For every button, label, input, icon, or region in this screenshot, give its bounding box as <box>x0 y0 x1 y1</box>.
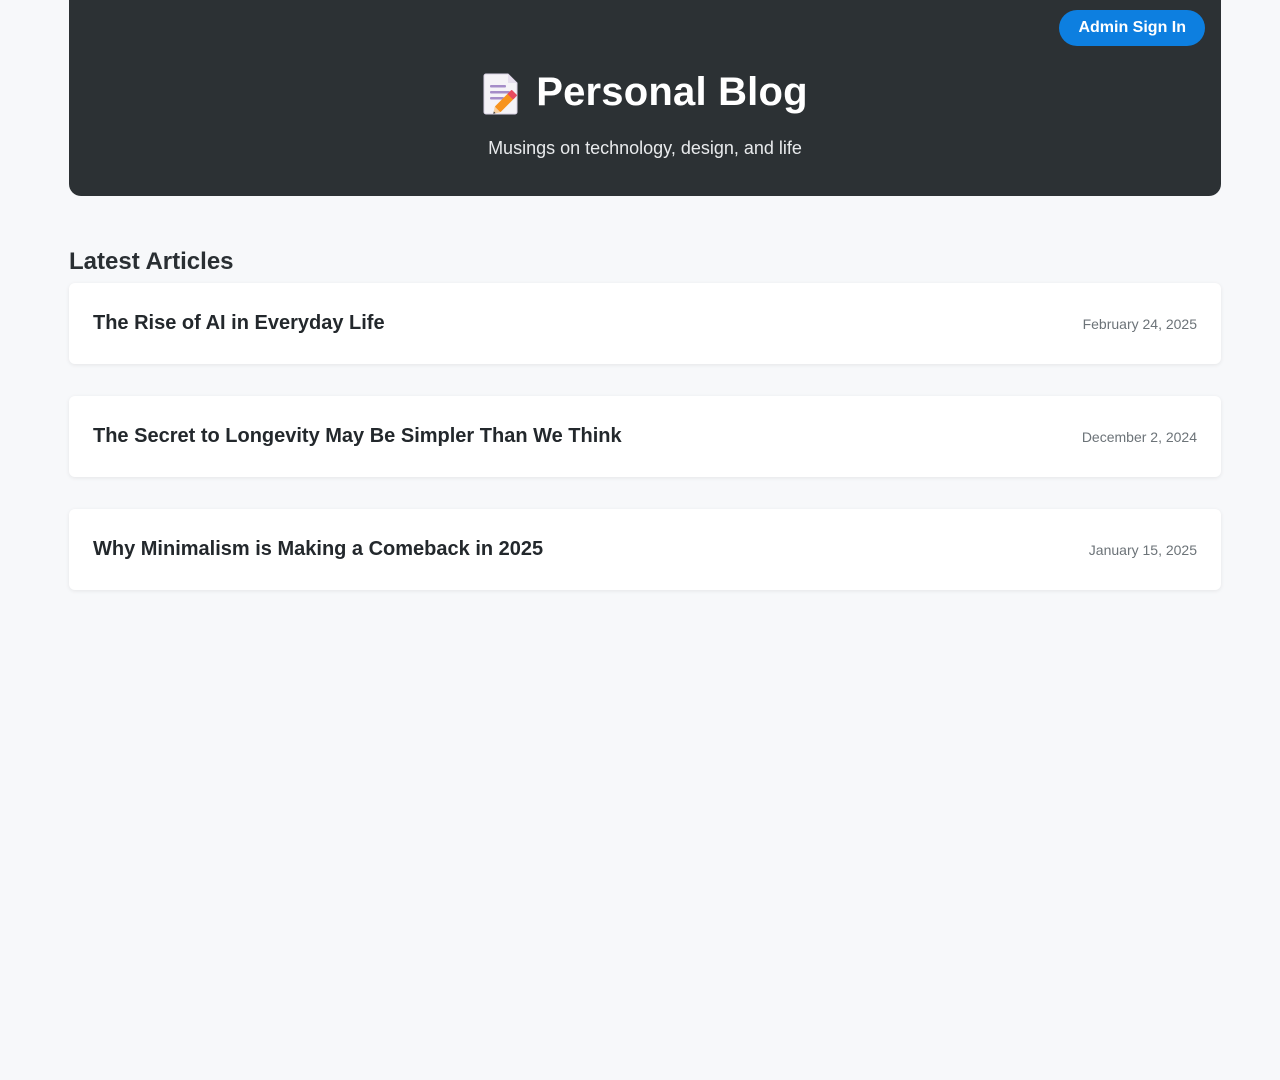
article-date: February 24, 2025 <box>1082 315 1197 332</box>
memo-icon <box>482 71 522 115</box>
page: Admin Sign In Personal Blog Musings on t… <box>0 0 1280 1080</box>
section-title: Latest Articles <box>69 248 234 275</box>
article-list: The Rise of AI in Everyday Life February… <box>69 283 1221 622</box>
site-title: Personal Blog <box>69 70 1221 115</box>
page-title: Personal Blog <box>536 70 808 114</box>
blog-header: Admin Sign In Personal Blog Musings on t… <box>69 0 1221 196</box>
article-date: January 15, 2025 <box>1088 541 1197 558</box>
tagline: Musings on technology, design, and life <box>488 138 802 158</box>
article-date: December 2, 2024 <box>1081 428 1197 445</box>
article-card[interactable]: Why Minimalism is Making a Comeback in 2… <box>69 509 1221 590</box>
article-card[interactable]: The Rise of AI in Everyday Life February… <box>69 283 1221 364</box>
article-title[interactable]: The Secret to Longevity May Be Simpler T… <box>93 425 622 448</box>
article-title[interactable]: Why Minimalism is Making a Comeback in 2… <box>93 538 543 561</box>
article-title[interactable]: The Rise of AI in Everyday Life <box>93 312 385 335</box>
article-card[interactable]: The Secret to Longevity May Be Simpler T… <box>69 396 1221 477</box>
admin-sign-in-button[interactable]: Admin Sign In <box>1059 10 1205 46</box>
